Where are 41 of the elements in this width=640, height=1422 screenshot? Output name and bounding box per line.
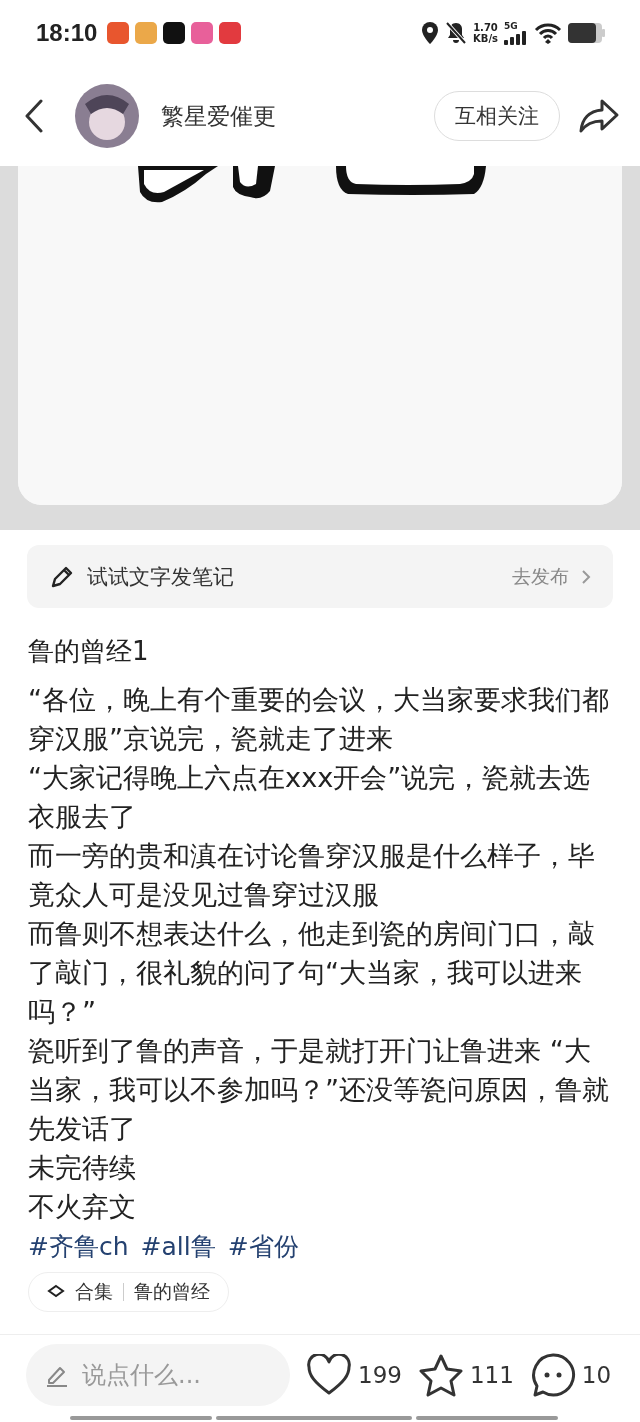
post-paragraph: 瓷听到了鲁的声音，于是就打开门让鲁进来 “大当家，我可以不参加吗？”还没等瓷问原因，鲁就先发话了: [28, 1034, 611, 1146]
comment-field[interactable]: 说点什么...: [26, 1343, 290, 1406]
avatar[interactable]: [75, 84, 139, 148]
post-paragraph: 而一旁的贵和滇在讨论鲁穿汉服是什么样子，毕竟众人可是没见过鲁穿过汉服: [28, 839, 596, 912]
comments-button[interactable]: 10: [529, 1351, 612, 1398]
note-prompt-bar[interactable]: 试试文字发笔记 去发布: [27, 545, 613, 608]
app-icon: [107, 22, 130, 44]
post-title: 鲁的曾经1: [28, 635, 150, 668]
post-paragraph: 未完待续: [28, 1151, 137, 1185]
signal-icon: [504, 31, 528, 45]
heart-icon: [306, 1353, 352, 1396]
wifi-icon: [534, 22, 562, 44]
post-paragraph: “大家记得晚上六点在xxx开会”说完，瓷就去选衣服去了: [28, 761, 592, 834]
share-icon[interactable]: [578, 98, 620, 134]
bell-muted-icon: [445, 21, 467, 45]
app-icon: [163, 22, 186, 44]
collection-label: 合集: [75, 1279, 113, 1304]
status-time: 18:10: [36, 19, 98, 47]
hashtag-link[interactable]: #all鲁: [140, 1228, 216, 1266]
favorite-button[interactable]: 111: [417, 1352, 514, 1397]
hashtag-link[interactable]: #齐鲁ch: [28, 1228, 129, 1266]
star-icon: [417, 1352, 464, 1397]
collection-name: 鲁的曾经: [134, 1279, 210, 1304]
post-paragraph: 不火弃文: [28, 1190, 137, 1224]
app-icon: [135, 22, 158, 44]
chevron-right-icon: [581, 568, 591, 585]
location-icon: [421, 21, 439, 45]
post-paragraph: “各位，晚上有个重要的会议，大当家要求我们都穿汉服”京说完，瓷就走了进来: [28, 683, 611, 756]
network-speed: 1.70: [473, 22, 498, 33]
app-icon: [191, 22, 214, 44]
note-prompt-text: 试试文字发笔记: [87, 563, 234, 591]
chat-bubble-icon: [529, 1351, 576, 1398]
post-paragraph: 而鲁则不想表达什么，他走到瓷的房间门口，敲了敲门，很礼貌的问了句“大当家，我可以进来吗？”: [28, 917, 596, 1029]
author-name[interactable]: 繁星爱催更: [161, 100, 276, 132]
network-type: 5G: [504, 21, 518, 31]
network-speed-unit: KB/s: [473, 33, 498, 44]
follow-button[interactable]: 互相关注: [434, 91, 560, 141]
app-icon: [219, 22, 242, 44]
hashtag-link[interactable]: #省份: [227, 1228, 299, 1266]
like-button[interactable]: 199: [306, 1353, 402, 1396]
battery-icon: [568, 22, 606, 44]
